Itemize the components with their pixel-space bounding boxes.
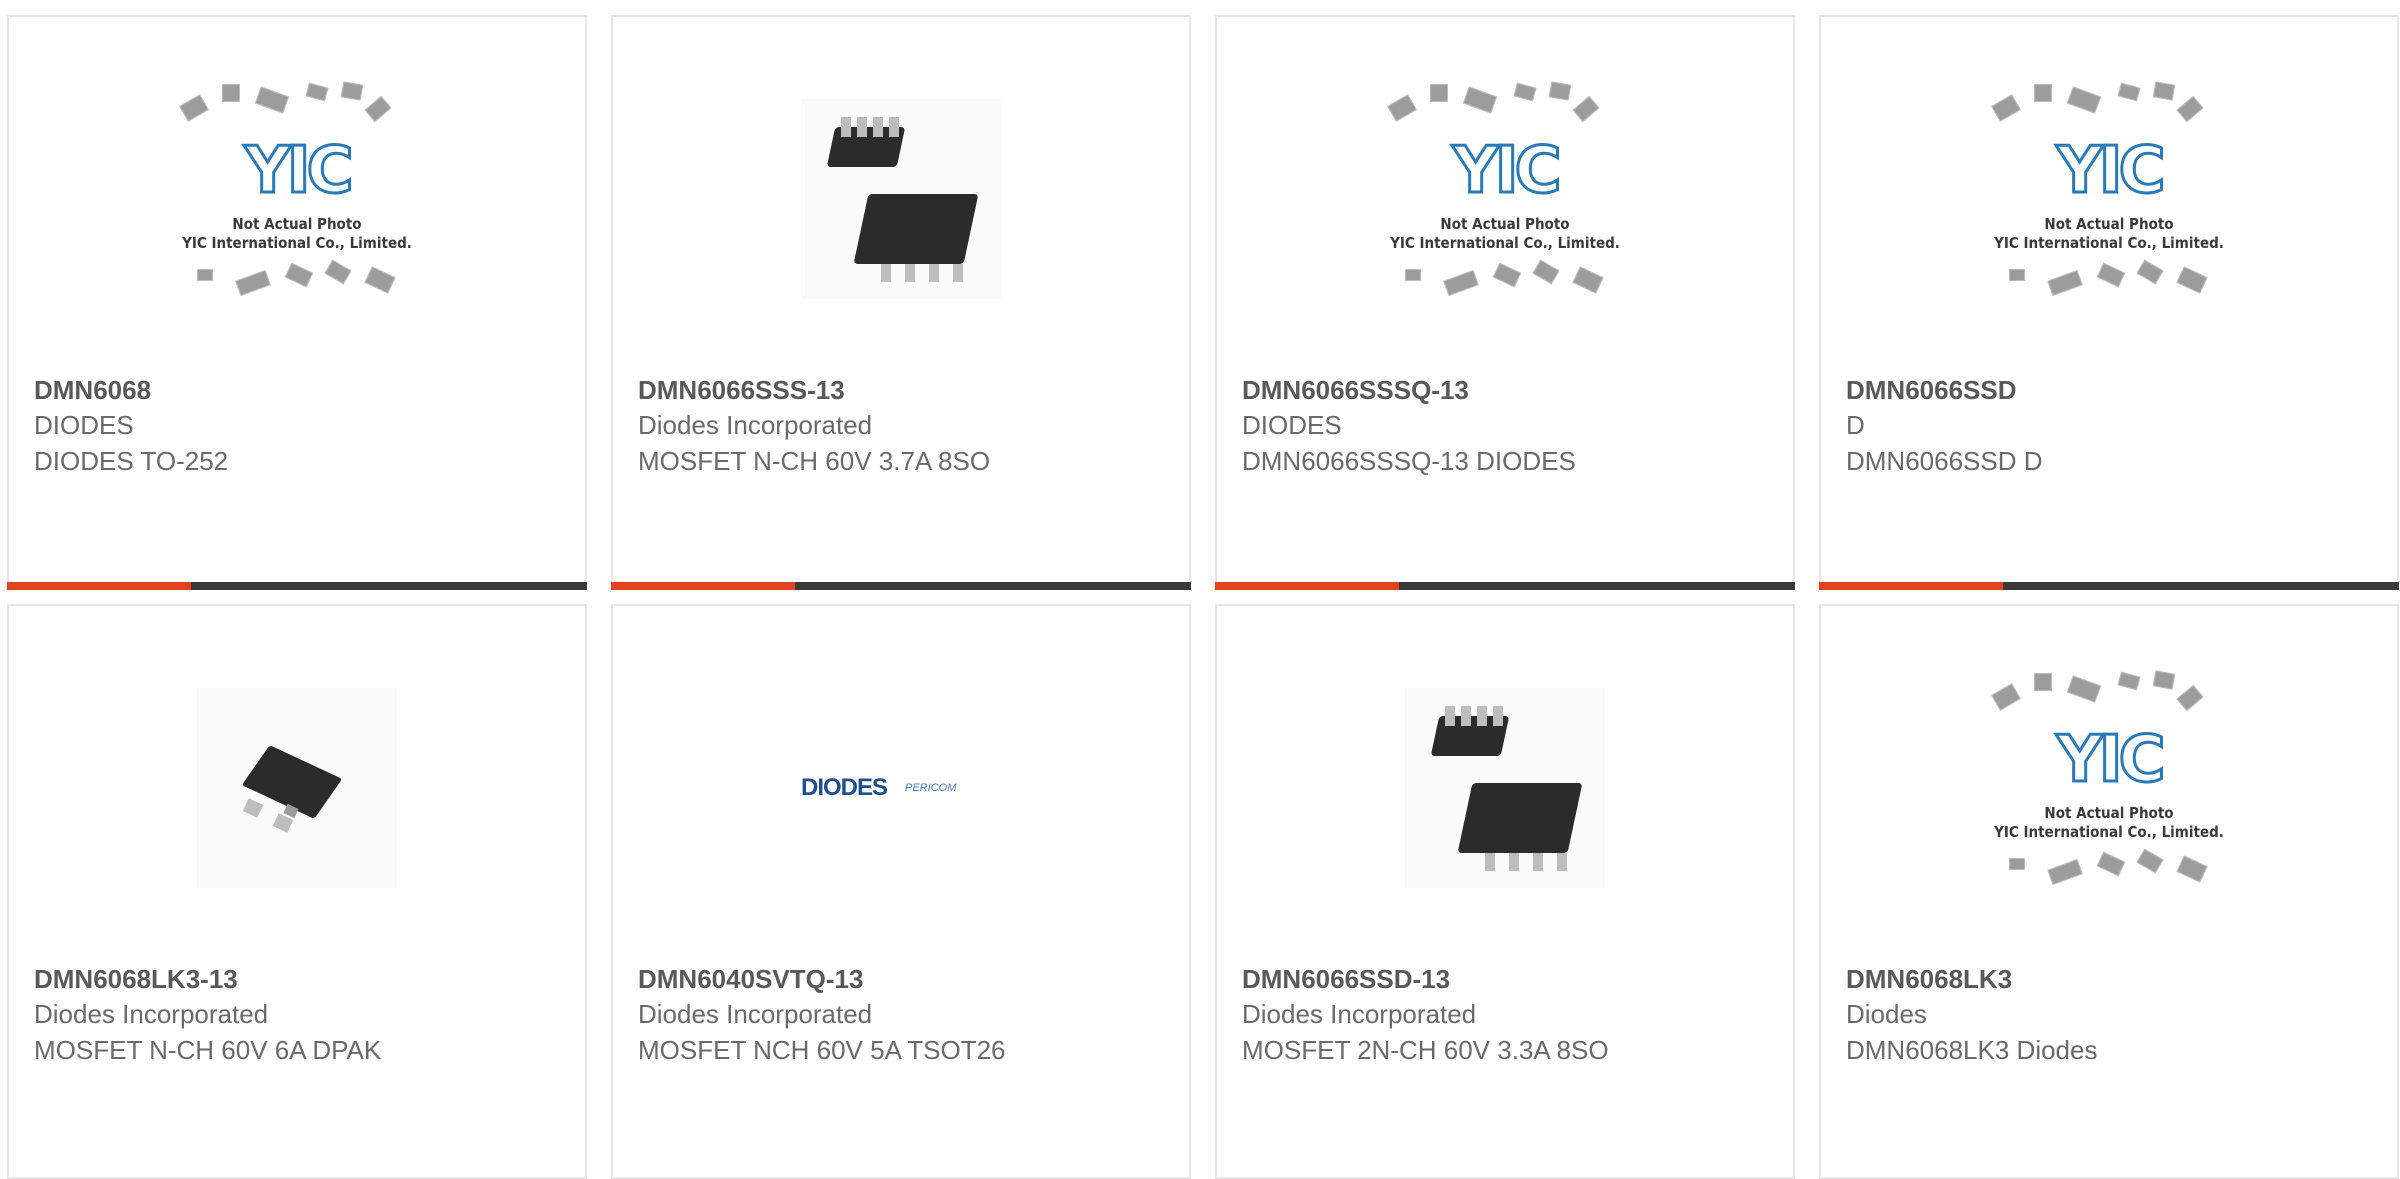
product-image[interactable]: YIC Not Actual Photo YIC International Co… — [9, 79, 585, 319]
manufacturer: Diodes — [1846, 999, 1927, 1029]
product-card[interactable]: YIC Not Actual Photo YIC International Co… — [1215, 15, 1795, 590]
card-accent-bar — [1819, 582, 2399, 590]
soic8-package-image — [1405, 688, 1605, 888]
product-card[interactable]: DIODES PERICOM DMN6040SVTQ-13 Diodes Inc… — [611, 604, 1191, 1179]
product-card[interactable]: DMN6066SSS-13 Diodes Incorporated MOSFET… — [611, 15, 1191, 590]
description: DMN6066SSSQ-13 DIODES — [1242, 446, 1576, 476]
part-number[interactable]: DMN6068 — [34, 373, 565, 407]
part-number[interactable]: DMN6068LK3 — [1846, 962, 2377, 996]
description: DIODES TO-252 — [34, 446, 229, 476]
manufacturer: Diodes Incorporated — [1242, 999, 1477, 1029]
yic-placeholder-image: YIC Not Actual Photo YIC International Co… — [1974, 79, 2244, 319]
manufacturer: Diodes Incorporated — [638, 410, 873, 440]
part-number[interactable]: DMN6040SVTQ-13 — [638, 962, 1169, 996]
product-image[interactable] — [613, 79, 1189, 319]
product-image[interactable] — [1217, 668, 1793, 908]
product-grid: YIC Not Actual Photo YIC International Co… — [0, 0, 2400, 1179]
product-card[interactable]: DMN6068LK3-13 Diodes Incorporated MOSFET… — [7, 604, 587, 1179]
description: MOSFET 2N-CH 60V 3.3A 8SO — [1242, 1035, 1609, 1065]
card-accent-bar — [611, 582, 1191, 590]
product-image[interactable]: YIC Not Actual Photo YIC International Co… — [1217, 79, 1793, 319]
product-card[interactable]: DMN6066SSD-13 Diodes Incorporated MOSFET… — [1215, 604, 1795, 1179]
yic-placeholder-image: YIC Not Actual Photo YIC International Co… — [1974, 668, 2244, 908]
manufacturer: DIODES — [1242, 410, 1342, 440]
part-number[interactable]: DMN6066SSD — [1846, 373, 2377, 407]
manufacturer: DIODES — [34, 410, 134, 440]
dpak-package-image — [197, 688, 397, 888]
product-image[interactable]: YIC Not Actual Photo YIC International Co… — [1821, 668, 2397, 908]
description: MOSFET NCH 60V 5A TSOT26 — [638, 1035, 1006, 1065]
product-card[interactable]: YIC Not Actual Photo YIC International Co… — [7, 15, 587, 590]
soic8-package-image — [801, 99, 1001, 299]
description: DMN6068LK3 Diodes — [1846, 1035, 2098, 1065]
yic-placeholder-image: YIC Not Actual Photo YIC International Co… — [162, 79, 432, 319]
product-card[interactable]: YIC Not Actual Photo YIC International Co… — [1819, 604, 2399, 1179]
part-number[interactable]: DMN6066SSD-13 — [1242, 962, 1773, 996]
product-card[interactable]: YIC Not Actual Photo YIC International Co… — [1819, 15, 2399, 590]
product-image[interactable] — [9, 668, 585, 908]
yic-placeholder-image: YIC Not Actual Photo YIC International Co… — [1370, 79, 1640, 319]
description: DMN6066SSD D — [1846, 446, 2043, 476]
manufacturer: Diodes Incorporated — [638, 999, 873, 1029]
product-image[interactable]: DIODES PERICOM — [613, 668, 1189, 908]
part-number[interactable]: DMN6066SSS-13 — [638, 373, 1169, 407]
manufacturer: Diodes Incorporated — [34, 999, 269, 1029]
product-image[interactable]: YIC Not Actual Photo YIC International Co… — [1821, 79, 2397, 319]
description: MOSFET N-CH 60V 6A DPAK — [34, 1035, 382, 1065]
manufacturer: D — [1846, 410, 1865, 440]
part-number[interactable]: DMN6068LK3-13 — [34, 962, 565, 996]
part-number[interactable]: DMN6066SSSQ-13 — [1242, 373, 1773, 407]
diodes-logo-image: DIODES PERICOM — [801, 774, 957, 801]
card-accent-bar — [7, 582, 587, 590]
description: MOSFET N-CH 60V 3.7A 8SO — [638, 446, 991, 476]
card-accent-bar — [1215, 582, 1795, 590]
